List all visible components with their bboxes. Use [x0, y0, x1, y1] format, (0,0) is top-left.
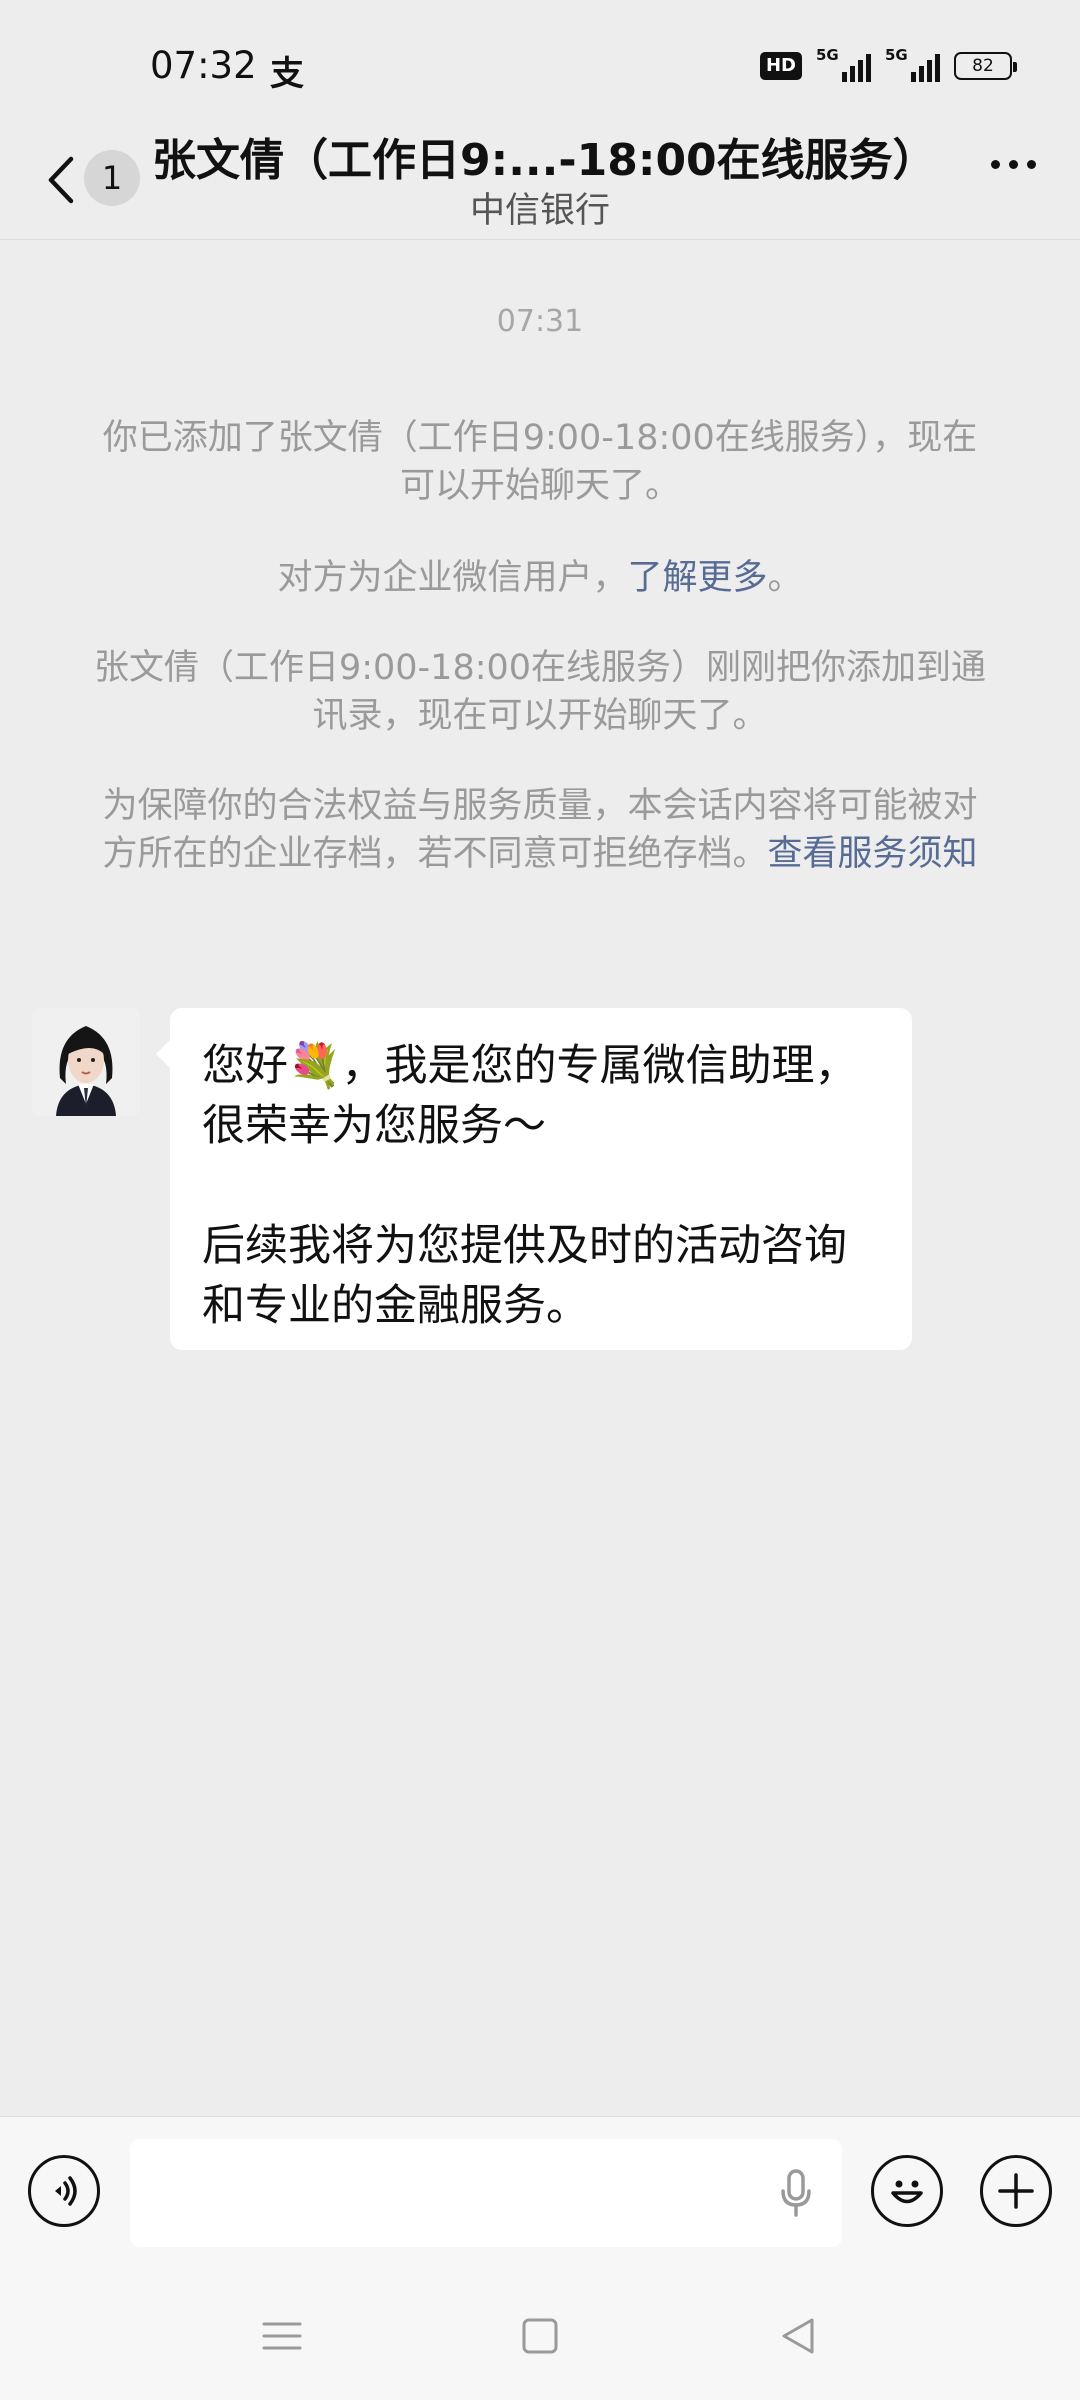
system-message-enterprise: 对方为企业微信用户，了解更多。: [90, 554, 990, 602]
voice-icon: [55, 2176, 77, 2206]
system-message-enterprise-suffix: 。: [767, 558, 803, 598]
message-line: 和专业的金融服务。: [202, 1281, 589, 1331]
learn-more-link[interactable]: 了解更多: [627, 558, 767, 598]
status-time: 07:32: [150, 44, 257, 87]
chat-title: 张文倩（工作日9:...-18:00在线服务）: [152, 135, 937, 186]
plus-icon: [998, 2173, 1034, 2209]
message-line: 很荣幸为您服务～: [202, 1101, 546, 1151]
emoji-icon: [891, 2180, 923, 2204]
message-line: 后续我将为您提供及时的活动咨询: [202, 1221, 847, 1271]
chat-subtitle: 中信银行: [469, 191, 610, 231]
avatar[interactable]: [32, 1008, 140, 1116]
message-bubble[interactable]: 您好💐，我是您的专属微信助理， 很荣幸为您服务～ 后续我将为您提供及时的活动咨询…: [156, 1008, 912, 1350]
battery-icon: 82: [954, 52, 1017, 80]
chat-header: 1 张文倩（工作日9:...-18:00在线服务） 中信银行: [0, 110, 1080, 240]
home-icon: [522, 2318, 558, 2354]
status-icons: HD 5G 5G 82: [759, 46, 1017, 82]
battery-level: 82: [972, 56, 994, 76]
message-timestamp: 07:31: [496, 304, 584, 339]
network-type-2: 5G: [885, 46, 908, 64]
system-message-archive: 为保障你的合法权益与服务质量，本会话内容将可能被对方所在的企业存档，若不同意可拒…: [90, 782, 990, 878]
system-message-enterprise-text: 对方为企业微信用户，: [277, 558, 628, 598]
system-message-contact: 张文倩（工作日9:00-18:00在线服务）刚刚把你添加到通讯录，现在可以开始聊…: [93, 648, 987, 736]
system-message-added: 你已添加了张文倩（工作日9:00-18:00在线服务），现在可以开始聊天了。: [102, 418, 978, 506]
emoji-button[interactable]: [871, 2155, 943, 2227]
nav-menu-button[interactable]: [262, 2316, 302, 2360]
nav-home-button[interactable]: [520, 2316, 560, 2360]
back-triangle-icon: [782, 2318, 814, 2354]
message-line: 您好💐，我是您的专属微信助理，: [202, 1041, 858, 1091]
message-input[interactable]: [130, 2139, 842, 2247]
service-notice-link[interactable]: 查看服务须知: [768, 834, 978, 874]
avatar-portrait-icon: [32, 1008, 140, 1116]
mic-icon[interactable]: [776, 2167, 816, 2219]
network-type: 5G: [816, 46, 839, 64]
signal-icon-2: 5G: [885, 46, 940, 82]
system-nav-bar: [0, 2276, 1080, 2400]
plus-button[interactable]: [980, 2155, 1052, 2227]
nav-back-button[interactable]: [778, 2316, 818, 2360]
more-dots-icon: [991, 160, 1000, 169]
input-bar: [0, 2116, 1080, 2276]
more-button[interactable]: [991, 160, 1036, 169]
menu-icon: [262, 2322, 302, 2350]
hd-icon: HD: [759, 52, 802, 80]
alipay-notification-icon: 支: [270, 54, 304, 94]
signal-icon: 5G: [816, 46, 871, 82]
voice-button[interactable]: [28, 2155, 100, 2227]
